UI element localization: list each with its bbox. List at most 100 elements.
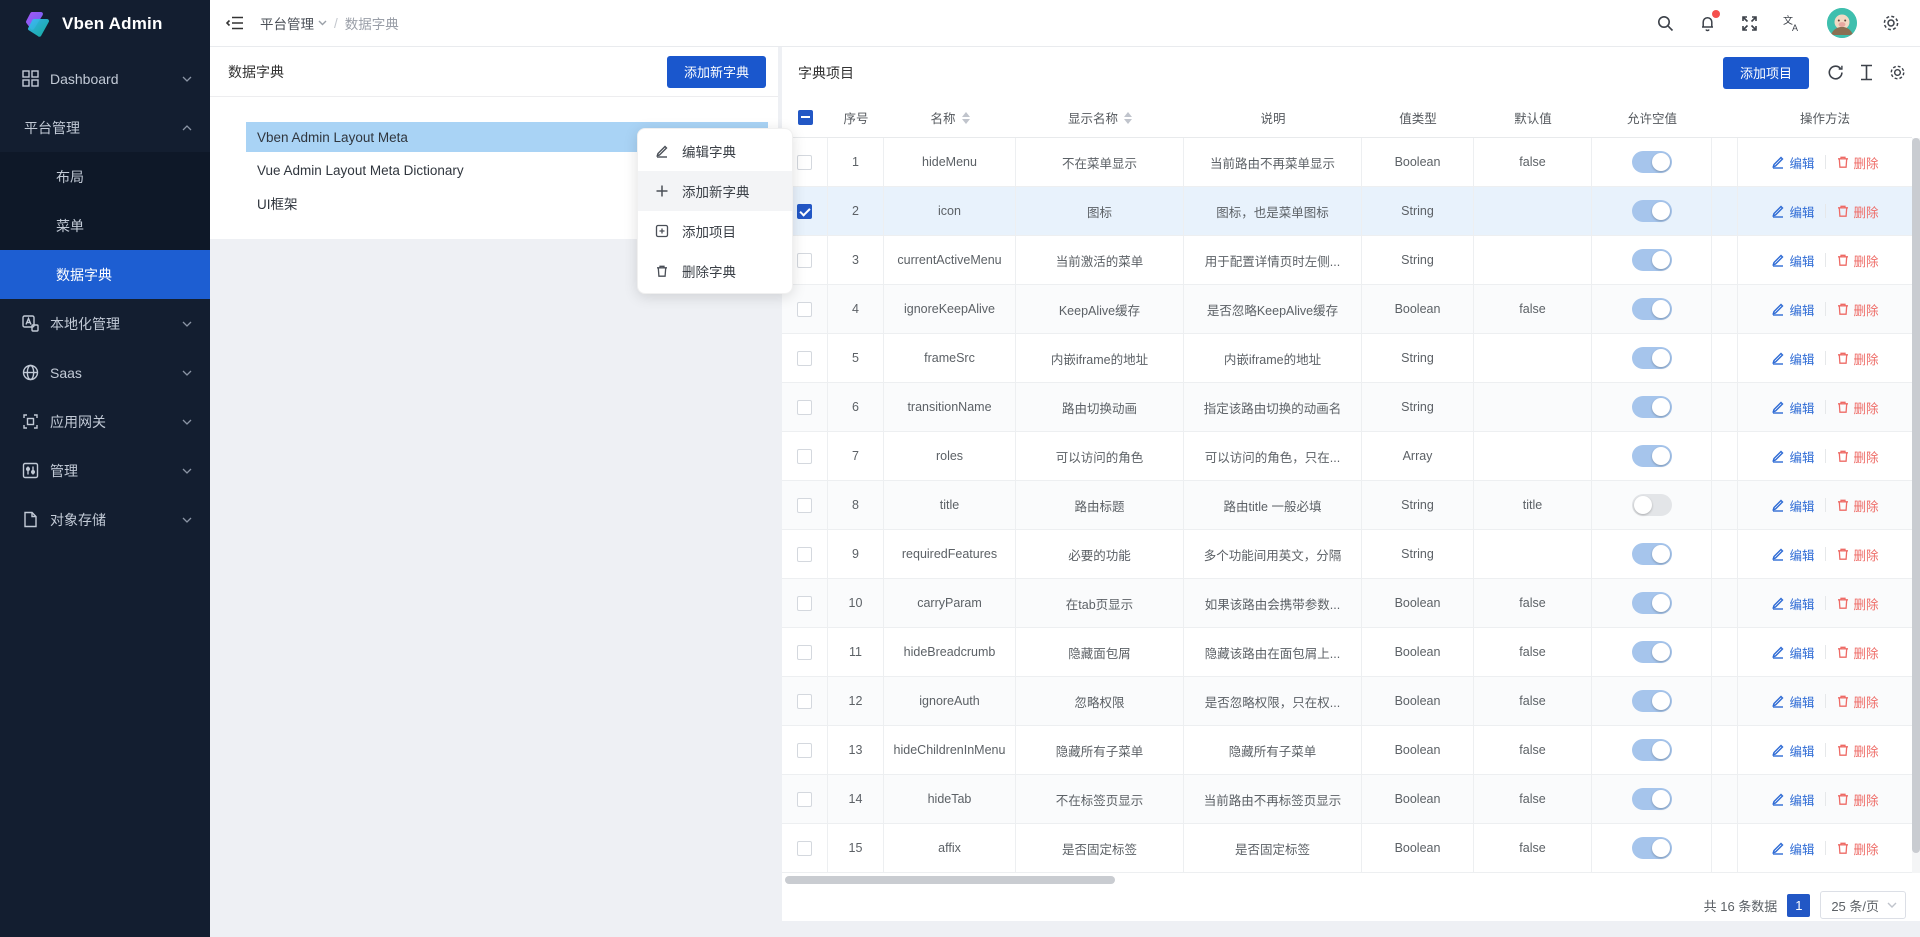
edit-button[interactable]: 编辑 <box>1771 496 1814 515</box>
breadcrumb-item-platform[interactable]: 平台管理 <box>260 13 327 33</box>
add-item-button[interactable]: 添加项目 <box>1723 57 1809 89</box>
row-checkbox[interactable] <box>797 498 812 513</box>
allow-empty-toggle[interactable] <box>1632 151 1672 173</box>
horizontal-scrollbar-thumb[interactable] <box>785 876 1115 884</box>
vertical-scrollbar-thumb[interactable] <box>1912 138 1920 853</box>
delete-button[interactable]: 删除 <box>1836 300 1879 319</box>
edit-button[interactable]: 编辑 <box>1771 300 1814 319</box>
delete-button[interactable]: 删除 <box>1836 447 1879 466</box>
row-checkbox[interactable] <box>797 645 812 660</box>
allow-empty-toggle[interactable] <box>1632 396 1672 418</box>
edit-button[interactable]: 编辑 <box>1771 741 1814 760</box>
column-header-显示名称[interactable]: 显示名称 <box>1016 98 1184 138</box>
delete-button[interactable]: 删除 <box>1836 643 1879 662</box>
sidebar-item-平台管理[interactable]: 平台管理 <box>0 103 210 152</box>
context-menu-item-编辑字典[interactable]: 编辑字典 <box>638 131 792 171</box>
fullscreen-icon[interactable] <box>1741 15 1758 32</box>
translate-icon[interactable]: 文 A <box>1783 15 1802 32</box>
delete-button[interactable]: 删除 <box>1836 398 1879 417</box>
avatar[interactable] <box>1827 8 1857 38</box>
edit-button[interactable]: 编辑 <box>1771 398 1814 417</box>
context-menu-item-添加项目[interactable]: 添加项目 <box>638 211 792 251</box>
edit-button[interactable]: 编辑 <box>1771 251 1814 270</box>
sidebar-collapse-icon[interactable] <box>226 15 244 31</box>
delete-button[interactable]: 删除 <box>1836 594 1879 613</box>
localization-icon <box>22 315 39 332</box>
allow-empty-toggle[interactable] <box>1632 690 1672 712</box>
row-checkbox[interactable] <box>797 694 812 709</box>
sidebar-item-Saas[interactable]: Saas <box>0 348 210 397</box>
column-height-icon[interactable] <box>1859 64 1874 81</box>
allow-empty-toggle[interactable] <box>1632 200 1672 222</box>
row-checkbox[interactable] <box>797 841 812 856</box>
sidebar-item-应用网关[interactable]: 应用网关 <box>0 397 210 446</box>
context-menu-item-删除字典[interactable]: 删除字典 <box>638 251 792 291</box>
bell-icon[interactable] <box>1699 14 1716 32</box>
edit-button[interactable]: 编辑 <box>1771 790 1814 809</box>
refresh-icon[interactable] <box>1827 64 1844 81</box>
sidebar-subitem-布局[interactable]: 布局 <box>0 152 210 201</box>
delete-button[interactable]: 删除 <box>1836 496 1879 515</box>
sidebar-item-本地化管理[interactable]: 本地化管理 <box>0 299 210 348</box>
pagination-page-1[interactable]: 1 <box>1787 894 1810 917</box>
edit-button[interactable]: 编辑 <box>1771 594 1814 613</box>
delete-button[interactable]: 删除 <box>1836 251 1879 270</box>
edit-button[interactable]: 编辑 <box>1771 202 1814 221</box>
sidebar-item-管理[interactable]: 管理 <box>0 446 210 495</box>
edit-button[interactable]: 编辑 <box>1771 643 1814 662</box>
dictionary-items-panel: 字典项目 添加项目 序 <box>782 47 1920 921</box>
delete-button[interactable]: 删除 <box>1836 839 1879 858</box>
edit-button[interactable]: 编辑 <box>1771 447 1814 466</box>
add-dictionary-button[interactable]: 添加新字典 <box>667 56 766 88</box>
delete-button[interactable]: 删除 <box>1836 202 1879 221</box>
row-checkbox[interactable] <box>797 155 812 170</box>
logo[interactable]: Vben Admin <box>0 0 210 48</box>
allow-empty-toggle[interactable] <box>1632 249 1672 271</box>
sidebar-subitem-菜单[interactable]: 菜单 <box>0 201 210 250</box>
delete-button[interactable]: 删除 <box>1836 153 1879 172</box>
allow-empty-toggle[interactable] <box>1632 298 1672 320</box>
edit-button[interactable]: 编辑 <box>1771 153 1814 172</box>
row-checkbox[interactable] <box>797 302 812 317</box>
row-checkbox[interactable] <box>797 449 812 464</box>
context-menu-item-添加新字典[interactable]: 添加新字典 <box>638 171 792 211</box>
delete-button[interactable]: 删除 <box>1836 545 1879 564</box>
allow-empty-toggle[interactable] <box>1632 837 1672 859</box>
sort-icon[interactable] <box>1124 112 1132 124</box>
sort-icon[interactable] <box>962 112 970 124</box>
row-checkbox[interactable] <box>797 547 812 562</box>
delete-button[interactable]: 删除 <box>1836 790 1879 809</box>
row-checkbox[interactable] <box>797 400 812 415</box>
allow-empty-cell <box>1592 677 1712 726</box>
allow-empty-toggle[interactable] <box>1632 543 1672 565</box>
delete-button[interactable]: 删除 <box>1836 349 1879 368</box>
row-checkbox[interactable] <box>797 743 812 758</box>
delete-button[interactable]: 删除 <box>1836 741 1879 760</box>
edit-button[interactable]: 编辑 <box>1771 349 1814 368</box>
row-checkbox[interactable] <box>797 596 812 611</box>
allow-empty-toggle[interactable] <box>1632 347 1672 369</box>
allow-empty-toggle[interactable] <box>1632 788 1672 810</box>
row-checkbox[interactable] <box>797 351 812 366</box>
settings-icon[interactable] <box>1882 14 1900 32</box>
column-header-名称[interactable]: 名称 <box>884 98 1016 138</box>
select-all-checkbox[interactable] <box>798 110 813 125</box>
sidebar-item-Dashboard[interactable]: Dashboard <box>0 54 210 103</box>
page-size-select[interactable]: 25 条/页 <box>1820 891 1906 919</box>
row-checkbox[interactable] <box>797 253 812 268</box>
table-settings-icon[interactable] <box>1889 64 1906 81</box>
row-checkbox[interactable] <box>797 204 812 219</box>
edit-button[interactable]: 编辑 <box>1771 692 1814 711</box>
row-checkbox[interactable] <box>797 792 812 807</box>
edit-button[interactable]: 编辑 <box>1771 545 1814 564</box>
allow-empty-toggle[interactable] <box>1632 739 1672 761</box>
delete-button[interactable]: 删除 <box>1836 692 1879 711</box>
sidebar-item-对象存储[interactable]: 对象存储 <box>0 495 210 544</box>
sidebar-subitem-数据字典[interactable]: 数据字典 <box>0 250 210 299</box>
allow-empty-toggle[interactable] <box>1632 641 1672 663</box>
allow-empty-toggle[interactable] <box>1632 494 1672 516</box>
allow-empty-toggle[interactable] <box>1632 592 1672 614</box>
search-icon[interactable] <box>1657 15 1674 32</box>
allow-empty-toggle[interactable] <box>1632 445 1672 467</box>
edit-button[interactable]: 编辑 <box>1771 839 1814 858</box>
